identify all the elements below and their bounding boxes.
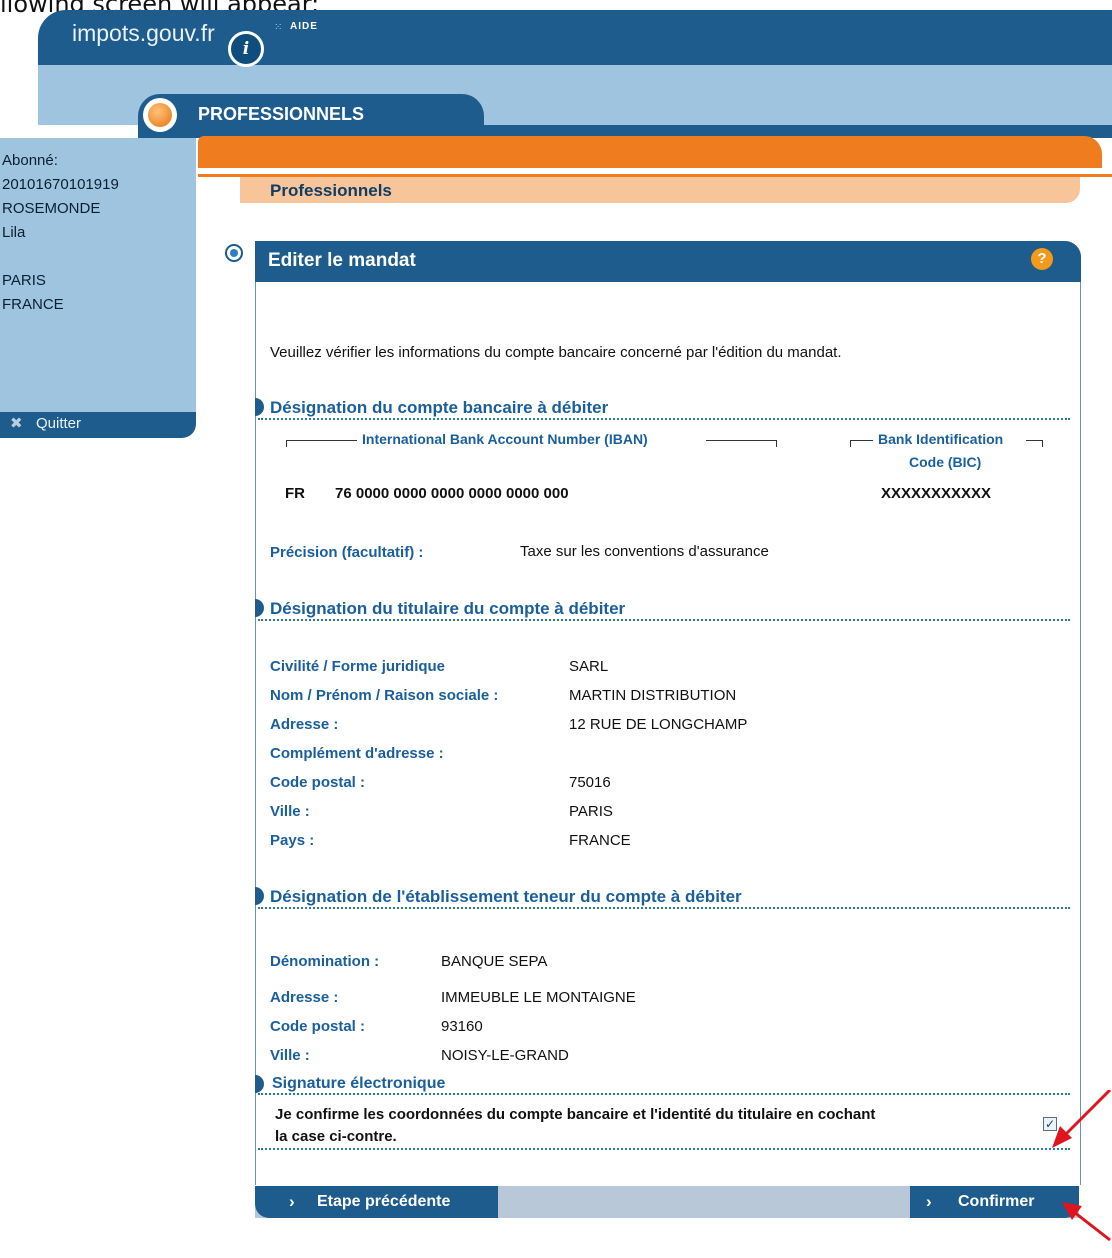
annotation-arrows: [1052, 1090, 1112, 1242]
holder-label-address: Adresse :: [270, 716, 339, 733]
panel-bullet-dot: [230, 249, 238, 257]
quit-button[interactable]: [0, 412, 196, 438]
holder-label-country: Pays :: [270, 832, 315, 849]
holder-label-name: Nom / Prénom / Raison sociale :: [270, 687, 499, 704]
bank-value-name: BANQUE SEPA: [441, 953, 548, 970]
precision-value: Taxe sur les conventions d'assurance: [520, 543, 769, 560]
bank-value-postcode: 93160: [441, 1018, 483, 1035]
iban-bracket-left: [286, 440, 357, 447]
section-title-holder: Désignation du titulaire du compte à déb…: [270, 599, 626, 618]
subscriber-number: 20101670101919: [2, 176, 119, 193]
bic-header-line1: Bank Identification: [878, 431, 1004, 447]
bank-label-name: Dénomination :: [270, 953, 380, 970]
section-divider: [258, 418, 1070, 420]
subscriber-lastname: ROSEMONDE: [2, 200, 101, 217]
subscriber-info: Abonné: 20101670101919 ROSEMONDE Lila PA…: [0, 149, 119, 317]
section-divider: [258, 619, 1070, 621]
section-title-bank: Désignation de l'établissement teneur du…: [270, 887, 742, 906]
chevron-right-icon: ›: [926, 1192, 932, 1211]
previous-step-button[interactable]: › Etape précédente: [255, 1186, 498, 1218]
holder-label-civility: Civilité / Forme juridique: [270, 658, 446, 675]
panel-title: Editer le mandat: [268, 250, 416, 271]
quit-label[interactable]: Quitter: [36, 415, 81, 432]
section-title-account: Désignation du compte bancaire à débiter: [270, 398, 609, 417]
subscriber-label: Abonné:: [2, 152, 58, 169]
section-tab-label: PROFESSIONNELS: [198, 104, 365, 124]
holder-label-address2: Complément d'adresse :: [270, 745, 444, 762]
subscriber-country: FRANCE: [2, 296, 64, 313]
previous-step-label: Etape précédente: [317, 1193, 451, 1210]
bic-header-line2: Code (BIC): [909, 454, 982, 470]
annotation-arrow-checkbox: [1062, 1090, 1112, 1138]
subscriber-firstname: Lila: [2, 224, 26, 241]
close-icon: ✖: [10, 415, 23, 432]
holder-value-address: 12 RUE DE LONGCHAMP: [569, 716, 748, 733]
site-logo-title[interactable]: impots.gouv.fr: [72, 20, 215, 47]
confirm-text-line2: la case ci-contre.: [275, 1128, 397, 1145]
holder-label-postcode: Code postal :: [270, 774, 366, 791]
holder-label-city: Ville :: [270, 803, 310, 820]
precision-label: Précision (facultatif) :: [270, 544, 424, 561]
bank-label-postcode: Code postal :: [270, 1018, 366, 1035]
orange-circle-icon: [148, 103, 172, 127]
section-title-signature: Signature électronique: [272, 1075, 446, 1092]
iban-bracket-right: [706, 440, 777, 447]
chevron-right-icon: ›: [289, 1192, 295, 1211]
section-divider: [258, 1148, 1070, 1150]
breadcrumb[interactable]: Professionnels: [270, 181, 392, 201]
info-icon[interactable]: i: [228, 31, 264, 67]
bank-label-address: Adresse :: [270, 989, 339, 1006]
intro-text: Veuillez vérifier les informations du co…: [270, 344, 842, 361]
subscriber-city: PARIS: [2, 272, 46, 289]
bank-value-address: IMMEUBLE LE MONTAIGNE: [441, 989, 636, 1006]
help-dots-icon: ⁙: [274, 22, 283, 33]
orange-nav-bar: [198, 136, 1102, 168]
help-link[interactable]: AIDE: [290, 21, 318, 32]
help-icon[interactable]: ?: [1031, 248, 1053, 270]
iban-country: FR: [285, 485, 305, 502]
subscriber-spacer: [0, 245, 119, 269]
annotation-arrow-confirm: [1073, 1210, 1111, 1242]
section-divider: [258, 907, 1070, 909]
holder-value-city: PARIS: [569, 803, 613, 820]
bank-value-city: NOISY-LE-GRAND: [441, 1047, 569, 1064]
holder-value-civility: SARL: [569, 658, 609, 675]
confirm-text-line1: Je confirme les coordonnées du compte ba…: [275, 1106, 876, 1123]
holder-value-country: FRANCE: [569, 832, 631, 849]
bank-label-city: Ville :: [270, 1047, 310, 1064]
section-divider: [258, 1093, 1070, 1095]
holder-value-postcode: 75016: [569, 774, 611, 791]
bic-value: XXXXXXXXXXX: [881, 485, 992, 502]
bic-bracket-left: [850, 440, 873, 447]
iban-value: 76 0000 0000 0000 0000 0000 000: [335, 485, 569, 502]
holder-value-name: MARTIN DISTRIBUTION: [569, 687, 737, 704]
bic-bracket-right: [1026, 440, 1043, 447]
confirm-label: Confirmer: [958, 1193, 1035, 1210]
iban-header: International Bank Account Number (IBAN): [362, 431, 648, 447]
